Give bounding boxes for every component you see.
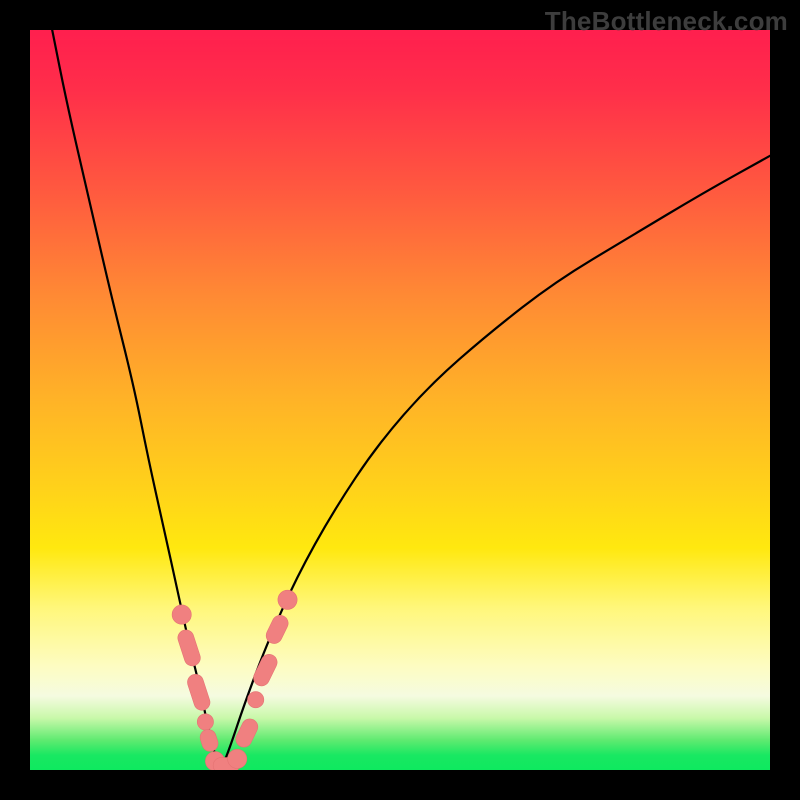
plot-area [30, 30, 770, 770]
marker-pill [233, 716, 260, 750]
marker-pill [251, 652, 280, 689]
marker-pill [185, 672, 212, 712]
marker-group [172, 590, 297, 770]
marker-circle [172, 605, 191, 624]
marker-pill [198, 727, 220, 753]
marker-circle [197, 714, 213, 730]
outer-frame: TheBottleneck.com [0, 0, 800, 800]
marker-circle [278, 590, 297, 609]
marker-pill [176, 628, 203, 668]
marker-circle [248, 692, 264, 708]
curve-group [52, 30, 770, 770]
marker-circle [228, 749, 247, 768]
curve-right-curve [221, 156, 770, 770]
curve-layer [30, 30, 770, 770]
